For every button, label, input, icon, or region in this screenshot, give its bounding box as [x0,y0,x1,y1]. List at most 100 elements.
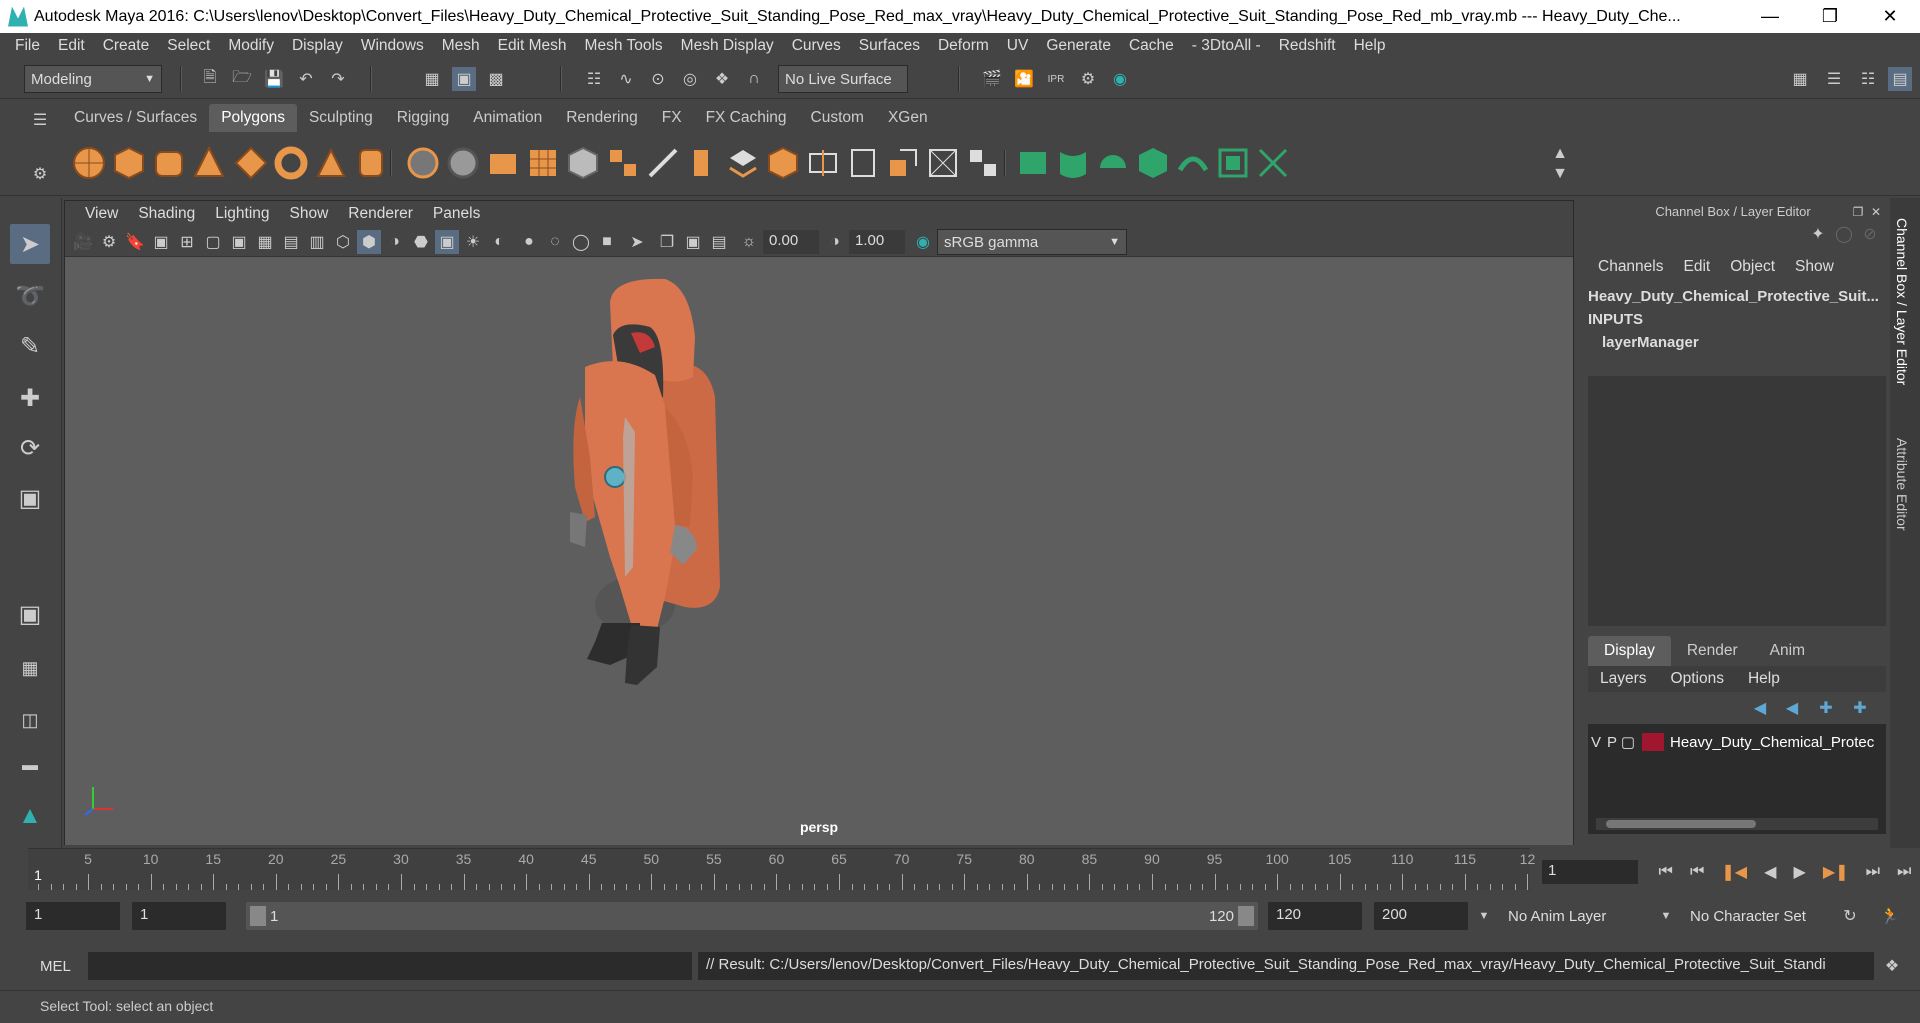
script-editor-icon[interactable]: ❖ [1880,954,1904,978]
menu-mesh[interactable]: Mesh [433,37,489,55]
ipr-render-icon[interactable]: IPR [1044,67,1068,91]
poly-torus-icon[interactable] [272,144,310,182]
menu-help[interactable]: Help [1345,37,1395,55]
menu-3dtoall[interactable]: - 3DtoAll - [1183,37,1270,55]
uv-planar-icon[interactable] [1014,144,1052,182]
combine-icon[interactable] [404,144,442,182]
magnet-icon[interactable]: ∩ [742,67,766,91]
xray-joints-icon[interactable]: ▣ [681,230,705,254]
wireframe-icon[interactable]: ⬡ [331,230,355,254]
xray-icon[interactable]: ❐ [655,230,679,254]
vp-menu-show[interactable]: Show [280,205,339,223]
workspace-icon[interactable]: ▦ [1788,67,1812,91]
render-frame-icon[interactable]: 🎦 [1012,67,1036,91]
paint-select-tool-icon[interactable]: ✎ [10,326,50,366]
tab-fx[interactable]: FX [650,104,694,132]
menu-file[interactable]: File [6,37,49,55]
menu-mesh-tools[interactable]: Mesh Tools [576,37,672,55]
offset-edge-loop-icon[interactable] [844,144,882,182]
tab-animation[interactable]: Animation [461,104,554,132]
render-view-icon[interactable]: 🎬 [980,67,1004,91]
cb-menu-object[interactable]: Object [1720,258,1785,276]
camera-attr-icon[interactable]: ⚙ [97,230,121,254]
poly-cylinder-icon[interactable] [150,144,188,182]
poly-prism-icon[interactable] [312,144,350,182]
vp-menu-lighting[interactable]: Lighting [205,205,279,223]
bevel-icon[interactable] [724,144,762,182]
gamma-field[interactable]: 1.00 [849,230,905,254]
uv-unfold-icon[interactable] [1174,144,1212,182]
snap-surface-icon[interactable]: ❖ [710,67,734,91]
move-tool-icon[interactable]: ✚ [10,378,50,418]
field-chart-icon[interactable]: ▦ [253,230,277,254]
grid-toggle-icon[interactable]: ⊞ [175,230,199,254]
step-back-frame-icon[interactable]: ❚◀ [1721,862,1747,882]
le-menu-layers[interactable]: Layers [1588,670,1659,688]
channel-box-tool-icon[interactable]: ◯ [1832,222,1856,246]
play-backwards-icon[interactable]: ◀ [1764,862,1776,882]
new-layer-selected-icon[interactable]: ✚ [1848,696,1872,720]
append-polygon-icon[interactable] [884,144,922,182]
select-component-icon[interactable]: ▩ [484,67,508,91]
move-layer-up-icon[interactable]: ◀ [1748,696,1772,720]
anim-layer-chevron-icon[interactable]: ▼ [1472,904,1496,928]
char-set-chevron-icon[interactable]: ▼ [1654,904,1678,928]
mel-label[interactable]: MEL [40,958,71,975]
separate-icon[interactable] [444,144,482,182]
range-slider[interactable]: 1 120 [246,902,1258,930]
extrude-icon[interactable] [684,144,722,182]
channel-box-option-icon[interactable]: ⊘ [1858,222,1882,246]
tab-render[interactable]: Render [1671,636,1754,666]
rotate-tool-icon[interactable]: ⟳ [10,428,50,468]
vp-menu-view[interactable]: View [75,205,128,223]
exposure-field[interactable]: 0.00 [763,230,819,254]
poly-cone-icon[interactable] [190,144,228,182]
fill-hole-icon[interactable] [924,144,962,182]
tab-curves-surfaces[interactable]: Curves / Surfaces [62,104,209,132]
layer-playback-toggle[interactable]: P [1604,734,1620,751]
time-ruler[interactable]: 1 5 10 15 20 25 30 35 40 45 50 55 60 65 70 75 80 85 90 95 1… [28,848,1535,890]
step-forward-key-icon[interactable]: ⏭ [1866,863,1880,881]
poly-sphere-icon[interactable] [70,144,108,182]
shelf-menu-icon[interactable]: ☰ [28,108,52,132]
side-tab-attribute-editor[interactable]: Attribute Editor [1894,438,1910,531]
layer-row[interactable]: V P ▢ Heavy_Duty_Chemical_Protec [1588,730,1886,754]
uv-spherical-icon[interactable] [1094,144,1132,182]
close-panel-icon[interactable]: ✕ [1864,200,1888,224]
tab-rendering[interactable]: Rendering [554,104,650,132]
smooth-shade-icon[interactable]: ⬢ [357,230,381,254]
motion-blur-icon[interactable]: ◌ [543,230,567,254]
play-forwards-icon[interactable]: ▶ [1793,862,1805,882]
tab-custom[interactable]: Custom [799,104,876,132]
cb-menu-show[interactable]: Show [1785,258,1844,276]
ambient-occlusion-icon[interactable]: ● [517,230,541,254]
safe-action-icon[interactable]: ▤ [279,230,303,254]
poly-pipe-icon[interactable] [352,144,390,182]
color-space-dropdown[interactable]: sRGB gamma ▼ [937,229,1127,255]
save-scene-icon[interactable]: 💾 [262,67,286,91]
new-layer-icon[interactable]: ✚ [1814,696,1838,720]
menu-windows[interactable]: Windows [352,37,433,55]
textured-icon[interactable]: ▣ [435,230,459,254]
snap-view-icon[interactable]: ◎ [678,67,702,91]
poly-plane-icon[interactable] [232,144,270,182]
menu-modify[interactable]: Modify [219,37,283,55]
vp-menu-renderer[interactable]: Renderer [338,205,423,223]
cb-menu-edit[interactable]: Edit [1674,258,1721,276]
range-end-handle[interactable] [1238,906,1254,926]
le-menu-options[interactable]: Options [1659,670,1736,688]
tab-xgen[interactable]: XGen [876,104,940,132]
color-management-icon[interactable]: ◉ [911,230,935,254]
side-tab-channel-box[interactable]: Channel Box / Layer Editor [1894,218,1910,385]
new-scene-icon[interactable]: 🗎 [198,67,222,91]
command-input[interactable] [88,952,692,980]
selected-object-name[interactable]: Heavy_Duty_Chemical_Protective_Suit... [1588,288,1888,305]
hypershade-icon[interactable]: ◉ [1108,67,1132,91]
gamma-icon[interactable]: ◑ [823,230,847,254]
select-object-icon[interactable]: ▣ [452,67,476,91]
image-plane-icon[interactable]: ▣ [149,230,173,254]
go-to-start-icon[interactable]: ⏮ [1659,863,1673,881]
two-view-layout-icon[interactable]: ◫ [10,700,50,740]
step-forward-frame-icon[interactable]: ▶❚ [1823,862,1849,882]
tab-rigging[interactable]: Rigging [385,104,462,132]
